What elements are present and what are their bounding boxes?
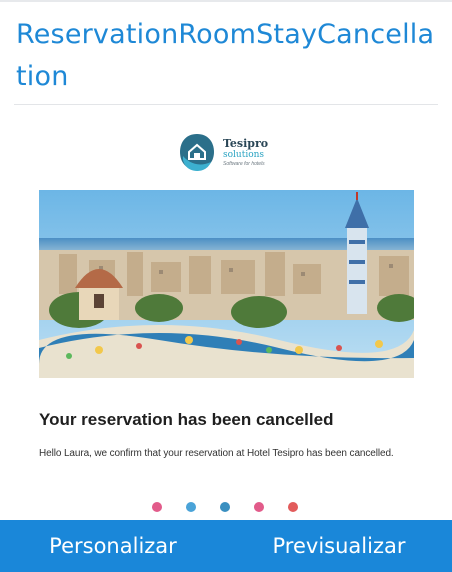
- youtube-icon[interactable]: [288, 502, 298, 512]
- email-body: Hello Laura, we confirm that your reserv…: [39, 448, 394, 459]
- company-logo: Tesipro solutions Software for hotels: [178, 130, 288, 176]
- twitter-icon[interactable]: [186, 502, 196, 512]
- logo-subname: solutions: [223, 150, 265, 160]
- logo-name: Tesipro: [223, 137, 269, 150]
- title-divider: [14, 104, 438, 105]
- preview-button[interactable]: Previsualizar: [226, 520, 452, 572]
- customize-button[interactable]: Personalizar: [0, 520, 226, 572]
- facebook-icon[interactable]: [152, 502, 162, 512]
- house-logo-icon: [180, 134, 214, 171]
- bottom-action-bar: Personalizar Previsualizar: [0, 520, 452, 572]
- page-title: ReservationRoomStayCancellation: [16, 19, 435, 92]
- top-divider: [0, 0, 452, 2]
- email-heading: Your reservation has been cancelled: [39, 410, 334, 429]
- instagram-icon[interactable]: [254, 502, 264, 512]
- social-icons: [150, 502, 310, 514]
- hero-image: [39, 190, 414, 378]
- email-preview: Tesipro solutions Software for hotels Yo…: [0, 106, 452, 520]
- linkedin-icon[interactable]: [220, 502, 230, 512]
- logo-tagline: Software for hotels: [223, 161, 265, 167]
